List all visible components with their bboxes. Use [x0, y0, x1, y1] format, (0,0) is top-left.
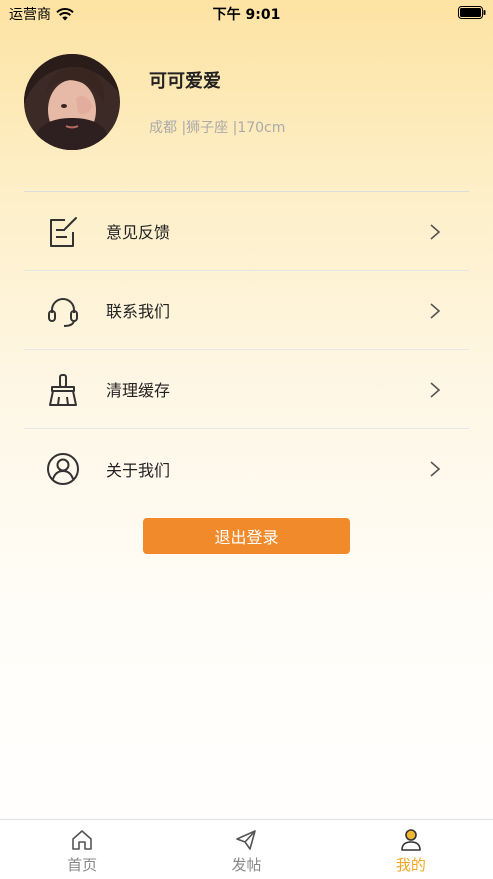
avatar[interactable]	[24, 54, 120, 150]
headset-icon	[48, 298, 78, 327]
profile-header: 可可爱爱 成都 |狮子座 |170cm	[24, 54, 469, 154]
menu-item-feedback[interactable]: 意见反馈	[24, 192, 469, 271]
menu-item-label: 关于我们	[106, 460, 171, 480]
menu-item-label: 意见反馈	[106, 223, 171, 242]
user-circle-icon	[47, 453, 79, 485]
logout-button[interactable]: 退出登录	[143, 518, 350, 554]
menu-item-label: 联系我们	[106, 302, 171, 321]
tab-mine[interactable]: 我的	[329, 820, 493, 879]
settings-menu: 意见反馈 联系我们 清理缓存 关于我们	[24, 191, 469, 508]
person-icon	[401, 829, 421, 851]
tab-home[interactable]: 首页	[0, 820, 164, 879]
status-bar: 运营商 下午 9:01	[0, 0, 493, 26]
profile-name: 可可爱爱	[149, 71, 221, 92]
tab-label: 我的	[395, 856, 426, 874]
chevron-right-icon	[430, 303, 441, 319]
menu-item-contact[interactable]: 联系我们	[24, 271, 469, 350]
chevron-right-icon	[430, 461, 441, 477]
clock: 下午 9:01	[212, 7, 281, 23]
bottom-tab-bar: 首页 发帖 我的	[0, 819, 493, 879]
menu-item-clear-cache[interactable]: 清理缓存	[24, 350, 469, 429]
menu-item-label: 清理缓存	[106, 381, 171, 400]
paper-plane-icon	[236, 830, 257, 850]
tab-post[interactable]: 发帖	[164, 820, 328, 879]
menu-item-about[interactable]: 关于我们	[24, 429, 469, 508]
tab-label: 首页	[67, 856, 98, 874]
chevron-right-icon	[430, 224, 441, 240]
chevron-right-icon	[430, 382, 441, 398]
battery-icon	[458, 6, 486, 19]
tab-label: 发帖	[231, 856, 262, 874]
profile-info: 成都 |狮子座 |170cm	[149, 120, 286, 136]
broom-icon	[49, 374, 77, 406]
avatar-image	[24, 54, 120, 150]
home-icon	[72, 830, 92, 850]
edit-note-icon	[50, 217, 77, 247]
